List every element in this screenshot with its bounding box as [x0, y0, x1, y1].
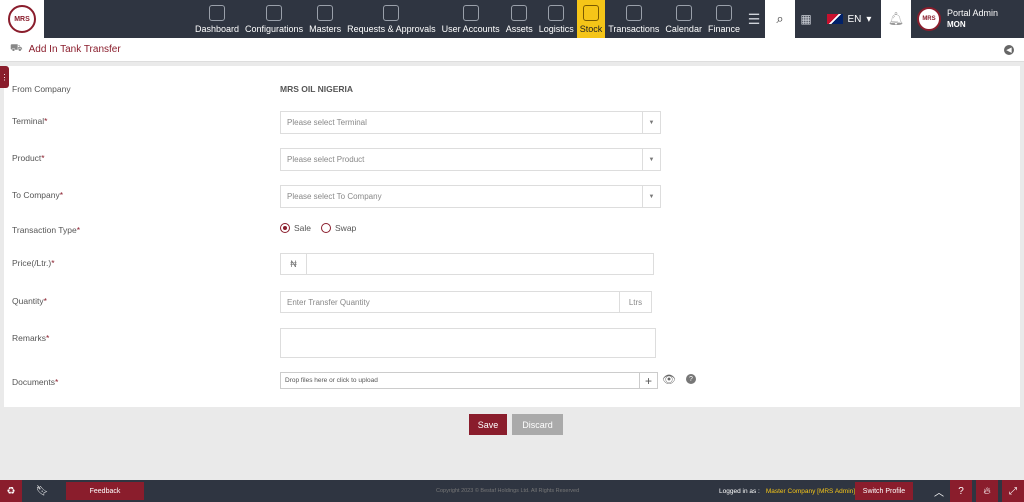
transfer-form: From Company MRS OIL NIGERIA Terminal* P… [4, 66, 1020, 407]
plus-icon[interactable]: + [639, 373, 657, 388]
side-menu-toggle-icon[interactable]: ⋮ [0, 66, 9, 88]
row-product: Product* Please select Product ▼ [12, 148, 1012, 171]
currency-addon: ₦ [281, 254, 307, 274]
form-actions: Save Discard [469, 414, 563, 435]
label-from-company: From Company [12, 84, 71, 94]
user-name: Portal Admin [946, 8, 999, 18]
fire-icon[interactable]: 🔥︎ [976, 480, 998, 502]
price-input[interactable] [307, 254, 653, 274]
radio-sale[interactable]: Sale [280, 223, 311, 233]
logo-badge: MRS [8, 5, 36, 33]
unit-addon: Ltrs [619, 292, 651, 312]
main-nav: Dashboard Configurations Masters Request… [192, 0, 743, 38]
nav-dashboard[interactable]: Dashboard [192, 0, 242, 38]
user-sub: MON [946, 20, 966, 29]
label-remarks: Remarks* [12, 333, 50, 343]
chevron-down-icon: ▼ [642, 149, 660, 170]
file-dropzone[interactable]: Drop files here or click to upload + [280, 372, 658, 389]
top-navbar: MRS Dashboard Configurations Masters Req… [0, 0, 1024, 38]
nav-transactions[interactable]: Transactions [605, 0, 662, 38]
calendar-icon [675, 5, 692, 21]
eye-icon[interactable]: 👁︎ [662, 373, 676, 386]
hamburger-menu-icon[interactable]: ☰ [743, 0, 765, 38]
user-profile[interactable]: MRS Portal Admin MON [911, 0, 1024, 38]
language-selector[interactable]: EN ▾ [817, 0, 881, 38]
nav-masters[interactable]: Masters [306, 0, 344, 38]
help-circle-icon[interactable]: ? [950, 480, 972, 502]
label-transaction-type: Transaction Type* [12, 225, 81, 235]
chevron-down-icon: ▼ [642, 186, 660, 207]
footer-bar: ♻ 🔖︎ Feedback Copyright 2023 © Bestaf Ho… [0, 480, 1024, 502]
label-to-company: To Company* [12, 190, 64, 200]
nav-calendar[interactable]: Calendar [662, 0, 705, 38]
discard-button[interactable]: Discard [512, 414, 563, 435]
avatar: MRS [916, 7, 941, 31]
stock-icon [582, 5, 599, 21]
assets-icon [511, 5, 528, 21]
radio-swap[interactable]: Swap [321, 223, 356, 233]
page-title: Add In Tank Transfer [28, 44, 121, 55]
price-input-group: ₦ [280, 253, 654, 275]
label-product: Product* [12, 153, 45, 163]
nav-assets[interactable]: Assets [503, 0, 536, 38]
nav-configurations[interactable]: Configurations [242, 0, 306, 38]
copyright-text: Copyright 2023 © Bestaf Holdings Ltd. Al… [436, 488, 580, 494]
label-quantity: Quantity* [12, 296, 47, 306]
row-to-company: To Company* Please select To Company ▼ [12, 185, 1012, 208]
from-company-value: MRS OIL NIGERIA [280, 84, 354, 94]
feedback-button[interactable]: Feedback [66, 482, 144, 500]
terminal-select[interactable]: Please select Terminal ▼ [280, 111, 661, 134]
save-button[interactable]: Save [469, 414, 507, 435]
logistics-icon [548, 5, 565, 21]
help-icon[interactable]: ? [686, 374, 696, 384]
requests-icon [383, 5, 400, 21]
masters-icon [317, 5, 334, 21]
back-arrow-icon[interactable]: ◀ [1004, 45, 1014, 55]
users-icon [462, 5, 479, 21]
product-select[interactable]: Please select Product ▼ [280, 148, 661, 171]
quantity-input[interactable]: Enter Transfer Quantity [281, 292, 619, 312]
recycle-icon[interactable]: ♻ [0, 480, 22, 502]
dashboard-icon [209, 5, 226, 21]
label-price: Price(/Ltr.)* [12, 258, 55, 268]
transaction-type-radios: Sale Swap [280, 223, 356, 233]
nav-user-accounts[interactable]: User Accounts [439, 0, 503, 38]
fullscreen-icon[interactable]: ⤢ [1002, 480, 1024, 502]
label-terminal: Terminal* [12, 116, 48, 126]
search-icon[interactable]: ⌕ [764, 0, 795, 38]
nav-logistics[interactable]: Logistics [536, 0, 577, 38]
page-header: ⛟ Add In Tank Transfer ◀ [0, 38, 1024, 62]
to-company-select[interactable]: Please select To Company ▼ [280, 185, 661, 208]
quantity-input-group: Enter Transfer Quantity Ltrs [280, 291, 652, 313]
nav-requests-approvals[interactable]: Requests & Approvals [344, 0, 439, 38]
transfer-icon: ⛟ [10, 43, 23, 54]
bookmark-icon[interactable]: 🔖︎ [31, 480, 53, 502]
uk-flag-icon [826, 14, 843, 24]
label-documents: Documents* [12, 377, 59, 387]
gears-icon [266, 5, 283, 21]
finance-icon [715, 5, 732, 21]
caret-down-icon: ▾ [866, 13, 872, 25]
nav-stock[interactable]: Stock [576, 0, 606, 38]
logged-in-info: Logged in as : Master Company [MRS Admin] [719, 487, 856, 495]
brand-logo[interactable]: MRS [0, 0, 44, 38]
apps-grid-icon[interactable]: ▦ [795, 0, 817, 38]
switch-profile-button[interactable]: Switch Profile [855, 482, 913, 500]
remarks-textarea[interactable] [280, 328, 656, 358]
notification-bell-icon[interactable]: 🔔︎ [880, 0, 911, 38]
chevron-up-icon[interactable]: ︿ [928, 480, 950, 502]
nav-finance[interactable]: Finance [705, 0, 743, 38]
row-terminal: Terminal* Please select Terminal ▼ [12, 111, 1012, 134]
transactions-icon [625, 5, 642, 21]
chevron-down-icon: ▼ [642, 112, 660, 133]
